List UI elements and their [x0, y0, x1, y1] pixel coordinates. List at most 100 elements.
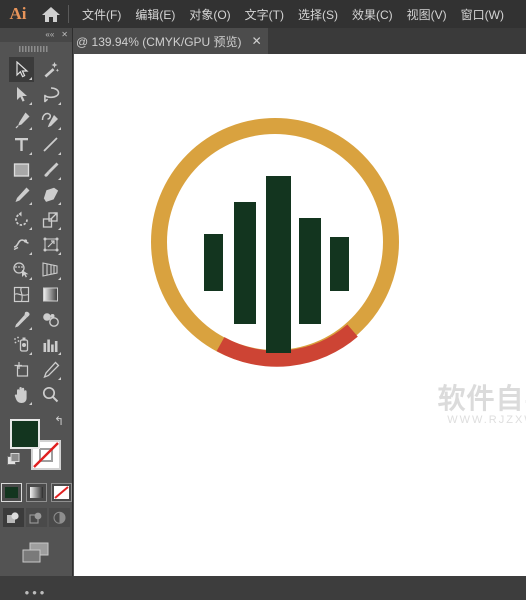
tool-row	[0, 332, 72, 357]
collapse-icon[interactable]: ««	[45, 31, 54, 39]
color-mode-bar	[0, 483, 72, 502]
logo-bar-2	[234, 202, 256, 324]
tool-flyout-indicator	[58, 202, 61, 205]
paintbrush-tool[interactable]	[38, 157, 63, 182]
tool-row	[0, 307, 72, 332]
shape-builder-tool[interactable]	[9, 257, 34, 282]
symbol-sprayer-tool[interactable]	[9, 332, 34, 357]
logo-bar-3	[266, 176, 291, 353]
hand-tool[interactable]	[9, 382, 34, 407]
menu-type[interactable]: 文字(T)	[238, 2, 291, 27]
rectangle-tool[interactable]	[9, 157, 34, 182]
zoom-tool[interactable]	[38, 382, 63, 407]
tool-flyout-indicator	[58, 152, 61, 155]
color-swatch-mode[interactable]	[0, 483, 22, 502]
blend-tool[interactable]	[38, 307, 63, 332]
home-icon[interactable]	[36, 0, 66, 28]
gradient-swatch-mode[interactable]	[25, 483, 47, 502]
column-graph-tool[interactable]	[38, 332, 63, 357]
tool-flyout-indicator	[58, 102, 61, 105]
menu-edit[interactable]: 编辑(E)	[128, 2, 182, 27]
tool-row	[0, 132, 72, 157]
curvature-tool[interactable]	[38, 107, 63, 132]
artboard-tool[interactable]	[9, 357, 34, 382]
draw-behind-mode[interactable]	[25, 508, 47, 527]
swap-fill-stroke-icon[interactable]: ↰	[54, 415, 64, 427]
menu-divider	[68, 5, 69, 23]
menu-object[interactable]: 对象(O)	[182, 2, 237, 27]
logo-bar-4	[299, 218, 321, 324]
tool-flyout-indicator	[29, 152, 32, 155]
pen-tool[interactable]	[9, 107, 34, 132]
draw-normal-mode[interactable]	[2, 508, 24, 527]
tool-row	[0, 232, 72, 257]
tool-flyout-indicator	[58, 177, 61, 180]
slice-tool[interactable]	[38, 357, 63, 382]
fill-color-swatch[interactable]	[10, 419, 40, 449]
tool-flyout-indicator	[29, 352, 32, 355]
tool-row	[0, 282, 72, 307]
selection-tool[interactable]	[9, 57, 34, 82]
menu-file[interactable]: 文件(F)	[75, 2, 128, 27]
close-icon[interactable]: ✕	[61, 31, 68, 39]
menu-view[interactable]: 视图(V)	[400, 2, 454, 27]
draw-inside-mode[interactable]	[48, 508, 70, 527]
close-icon[interactable]: ✕	[252, 35, 262, 47]
draw-mode-bar	[0, 508, 72, 527]
document-tab[interactable]: @ 139.94% (CMYK/GPU 预览) ✕	[72, 28, 268, 54]
tool-flyout-indicator	[29, 202, 32, 205]
menu-effect[interactable]: 效果(C)	[345, 2, 400, 27]
tool-row	[0, 207, 72, 232]
tool-grid	[0, 55, 72, 407]
audio-wave-circle-logo[interactable]	[74, 54, 526, 454]
tool-flyout-indicator	[29, 127, 32, 130]
panel-drag-handle[interactable]	[0, 42, 72, 55]
logo-bar-5	[330, 237, 349, 291]
gradient-tool[interactable]	[38, 282, 63, 307]
tool-flyout-indicator	[29, 277, 32, 280]
lasso-tool[interactable]	[38, 82, 63, 107]
app-logo: Ai	[9, 4, 27, 23]
eraser-tool[interactable]	[38, 182, 63, 207]
line-segment-tool[interactable]	[38, 132, 63, 157]
free-transform-tool[interactable]	[38, 232, 63, 257]
logo-bar-1	[204, 234, 223, 291]
default-fill-stroke-icon[interactable]	[7, 453, 20, 471]
tool-flyout-indicator	[29, 177, 32, 180]
illustrator-window: Ai 文件(F) 编辑(E) 对象(O) 文字(T) 选择(S) 效果(C) 视…	[0, 0, 526, 599]
tool-row	[0, 157, 72, 182]
tool-flyout-indicator	[58, 352, 61, 355]
perspective-grid-tool[interactable]	[38, 257, 63, 282]
logo-bars	[204, 176, 349, 353]
tool-flyout-indicator	[29, 402, 32, 405]
menu-window[interactable]: 窗口(W)	[454, 2, 511, 27]
more-tools-button[interactable]: •••	[0, 586, 72, 599]
tool-flyout-indicator	[29, 77, 32, 80]
mesh-tool[interactable]	[9, 282, 34, 307]
menu-select[interactable]: 选择(S)	[291, 2, 345, 27]
type-tool[interactable]	[9, 132, 34, 157]
tool-flyout-indicator	[58, 377, 61, 380]
artboard-canvas[interactable]: 软件自学网 WWW.RJZXW.COM	[74, 54, 526, 576]
tool-row	[0, 82, 72, 107]
none-swatch-mode[interactable]	[50, 483, 72, 502]
eyedropper-tool[interactable]	[9, 307, 34, 332]
tool-row	[0, 382, 72, 407]
tool-row	[0, 357, 72, 382]
rotate-tool[interactable]	[9, 207, 34, 232]
change-screen-mode[interactable]	[0, 541, 72, 566]
pencil-tool[interactable]	[9, 182, 34, 207]
direct-selection-tool[interactable]	[9, 82, 34, 107]
width-tool[interactable]	[9, 232, 34, 257]
tool-row	[0, 257, 72, 282]
tool-row	[0, 182, 72, 207]
tool-row	[0, 57, 72, 82]
tools-panel: «« ✕ ↰ •••	[0, 28, 73, 599]
fill-stroke-controls: ↰	[0, 413, 72, 481]
magic-wand-tool[interactable]	[38, 57, 63, 82]
document-tab-bar: @ 139.94% (CMYK/GPU 预览) ✕	[0, 28, 526, 54]
menu-bar: Ai 文件(F) 编辑(E) 对象(O) 文字(T) 选择(S) 效果(C) 视…	[0, 0, 526, 28]
tool-flyout-indicator	[29, 252, 32, 255]
tools-panel-header: «« ✕	[0, 28, 72, 42]
scale-tool[interactable]	[38, 207, 63, 232]
